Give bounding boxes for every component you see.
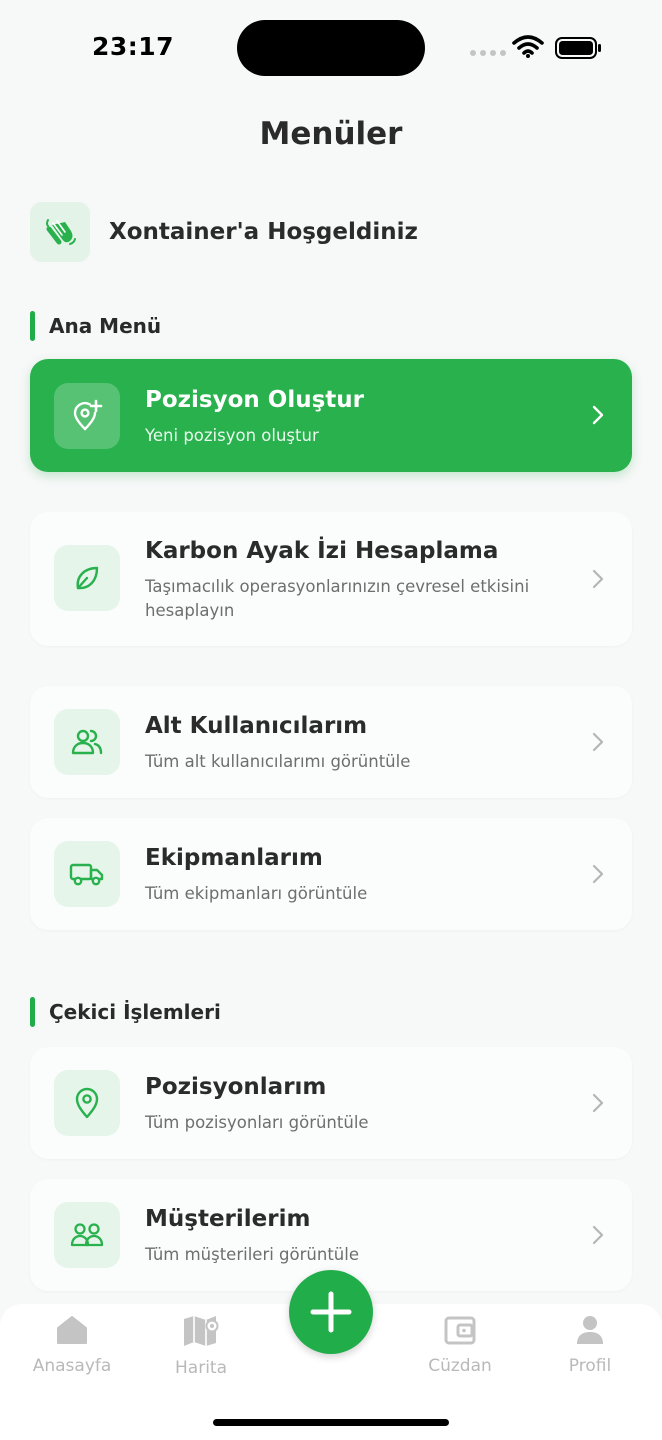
nav-label: Profil [568, 1356, 612, 1376]
section-accent-bar [30, 311, 35, 341]
waving-hand-icon [30, 202, 90, 262]
card-title: Alt Kullanıcılarım [145, 713, 368, 739]
chevron-right-icon [592, 1225, 604, 1245]
status-bar: 23:17 [0, 0, 662, 96]
plus-icon [310, 1291, 352, 1333]
card-subtitle: Tüm alt kullanıcılarımı görüntüle [145, 752, 411, 771]
chevron-right-icon [592, 864, 604, 884]
nav-label: Cüzdan [428, 1356, 492, 1376]
group-icon [54, 1202, 120, 1268]
chevron-right-icon [592, 1093, 604, 1113]
home-icon [57, 1316, 87, 1344]
chevron-right-icon [592, 732, 604, 752]
profile-icon [577, 1316, 603, 1344]
card-title: Pozisyonlarım [145, 1074, 327, 1100]
dynamic-island [237, 20, 425, 76]
nav-profile[interactable]: Profil [530, 1314, 650, 1376]
chevron-right-icon [592, 405, 604, 425]
card-title: Pozisyon Oluştur [145, 387, 365, 413]
equipment-card[interactable]: Ekipmanlarım Tüm ekipmanları görüntüle [30, 818, 632, 930]
nav-map[interactable]: Harita [141, 1314, 261, 1378]
carbon-footprint-card[interactable]: Karbon Ayak İzi Hesaplama Taşımacılık op… [30, 512, 632, 646]
nav-label: Anasayfa [32, 1356, 112, 1376]
wifi-icon [512, 35, 544, 58]
users-icon [54, 709, 120, 775]
card-subtitle: Tüm pozisyonları görüntüle [145, 1113, 369, 1132]
map-pin-plus-icon [54, 383, 120, 449]
welcome-banner: Xontainer'a Hoşgeldiniz [30, 202, 418, 262]
map-pin-icon [54, 1070, 120, 1136]
signal-icon [470, 50, 506, 56]
add-fab-button[interactable] [289, 1270, 373, 1354]
card-title: Karbon Ayak İzi Hesaplama [145, 538, 499, 564]
home-indicator [213, 1419, 449, 1426]
sub-users-card[interactable]: Alt Kullanıcılarım Tüm alt kullanıcıları… [30, 686, 632, 798]
card-subtitle: Tüm ekipmanları görüntüle [145, 884, 368, 903]
leaf-icon [54, 545, 120, 611]
wallet-icon [444, 1316, 476, 1345]
card-title: Müşterilerim [145, 1206, 311, 1232]
section-tow-operations: Çekici İşlemleri [30, 997, 221, 1027]
welcome-text: Xontainer'a Hoşgeldiniz [109, 219, 418, 245]
create-position-card[interactable]: Pozisyon Oluştur Yeni pozisyon oluştur [30, 359, 632, 472]
nav-label: Harita [175, 1358, 227, 1378]
section-title: Çekici İşlemleri [49, 1000, 221, 1024]
chevron-right-icon [592, 569, 604, 589]
card-subtitle: Yeni pozisyon oluştur [145, 426, 319, 445]
battery-icon [555, 37, 601, 59]
status-time: 23:17 [92, 32, 175, 61]
positions-card[interactable]: Pozisyonlarım Tüm pozisyonları görüntüle [30, 1047, 632, 1159]
card-subtitle: Tüm müşterileri görüntüle [145, 1245, 359, 1264]
section-accent-bar [30, 997, 35, 1027]
section-main-menu: Ana Menü [30, 311, 161, 341]
map-icon [184, 1316, 219, 1346]
page-title: Menüler [259, 116, 403, 152]
card-title: Ekipmanlarım [145, 845, 323, 871]
truck-icon [54, 841, 120, 907]
card-subtitle: Taşımacılık operasyonlarınızın çevresel … [145, 577, 530, 620]
section-title: Ana Menü [49, 314, 162, 338]
nav-wallet[interactable]: Cüzdan [400, 1314, 520, 1376]
nav-home[interactable]: Anasayfa [12, 1314, 132, 1376]
